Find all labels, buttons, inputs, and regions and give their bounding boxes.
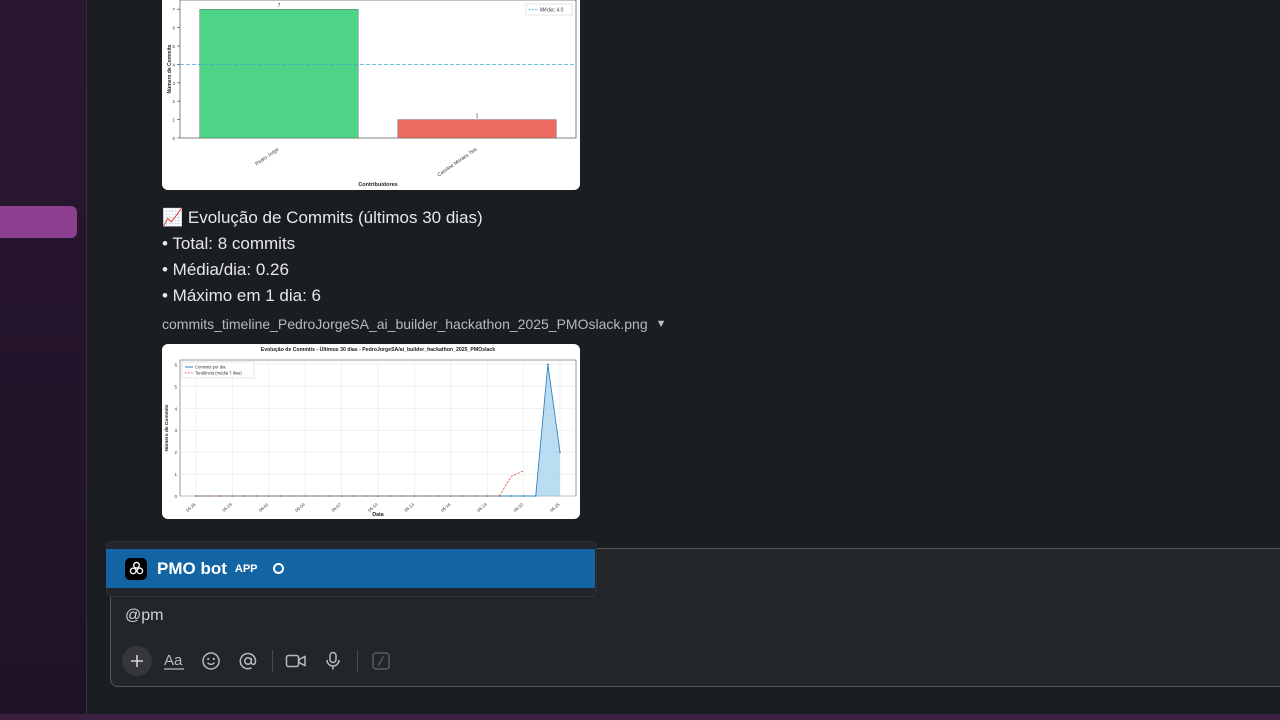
svg-text:Aa: Aa	[164, 652, 183, 669]
x-tick-label: 06-01	[258, 502, 270, 513]
toolbar-divider	[272, 650, 273, 672]
bot-name: PMO bot	[157, 558, 227, 578]
workspace-sidebar	[0, 0, 86, 720]
data-point	[559, 451, 561, 454]
y-tick-label: 2	[172, 99, 175, 104]
x-tick-label: 05-26	[185, 502, 197, 513]
y-tick-label: 3	[174, 428, 177, 433]
y-tick-label: 6	[172, 26, 175, 31]
y-tick-label: 1	[174, 472, 177, 477]
y-tick-label: 2	[174, 450, 177, 455]
x-axis-label: Data	[372, 512, 383, 518]
bar	[199, 9, 359, 139]
x-tick-label: 06-19	[476, 502, 488, 513]
composer-toolbar: Aa	[122, 646, 403, 676]
data-point	[534, 495, 537, 497]
formatting-icon[interactable]: Aa	[159, 646, 189, 676]
data-point	[510, 495, 513, 497]
y-tick-label: 4	[174, 406, 177, 411]
bar	[397, 119, 557, 139]
max-per-day: • Máximo em 1 dia: 6	[162, 286, 322, 305]
y-tick-label: 0	[174, 494, 177, 499]
bar-data-label: 1	[476, 114, 479, 120]
y-tick-label: 0	[172, 136, 175, 141]
app-badge: APP	[234, 562, 258, 575]
bot-avatar-icon	[125, 557, 147, 580]
total-commits: • Total: 8 commits	[162, 234, 296, 253]
y-axis-label: Número de Commits	[167, 44, 173, 93]
legend-label: Tendência (média 7 dias)	[195, 371, 242, 376]
slash-shortcut-icon[interactable]	[366, 646, 396, 676]
microphone-icon[interactable]	[318, 646, 348, 676]
file-name[interactable]: commits_timeline_PedroJorgeSA_ai_builder…	[162, 316, 648, 332]
emoji-icon[interactable]	[196, 646, 226, 676]
data-point	[546, 363, 549, 366]
x-tick-label: Caroline Moraes Tsis	[437, 146, 479, 178]
y-tick-label: 5	[174, 384, 177, 389]
legend-label: Média: 4.0	[540, 8, 564, 14]
bar-data-label: 7	[278, 3, 281, 9]
y-tick-label: 1	[172, 118, 175, 123]
y-axis-label: Número de Commits	[164, 404, 170, 451]
sidebar-active-item[interactable]	[0, 206, 77, 238]
plus-icon[interactable]	[122, 646, 152, 676]
x-tick-label: Pedro Jorge	[254, 147, 280, 168]
x-tick-label: 06-25	[549, 502, 561, 513]
y-tick-label: 7	[172, 7, 175, 12]
y-tick-label: 6	[174, 362, 177, 367]
legend-label: Commits por dia	[195, 365, 226, 370]
mention-icon[interactable]	[233, 646, 263, 676]
x-tick-label: 06-07	[331, 502, 343, 513]
data-point	[522, 495, 525, 497]
commits-timeline-chart: Evolução de Commits - Últimos 30 dias - …	[164, 346, 577, 518]
average-per-day: • Média/dia: 0.26	[162, 260, 289, 279]
caret-down-icon[interactable]: ▼	[656, 318, 667, 330]
x-tick-label: 05-29	[221, 502, 233, 513]
mention-option-pmo-bot[interactable]: PMO bot APP	[106, 549, 595, 588]
composer-input[interactable]: @pm	[125, 607, 163, 625]
x-tick-label: 06-04	[294, 502, 306, 513]
x-tick-label: 06-13	[403, 502, 415, 513]
contributors-chart-image[interactable]: 0 1 2 3 4 5 6 7 7 Pedro Jorge 1 Caroline Moraes Tsi…	[162, 0, 580, 190]
timeline-chart-image[interactable]: Evolução de Commits - Últimos 30 dias - …	[162, 344, 580, 519]
toolbar-divider	[357, 650, 358, 672]
sidebar-divider	[86, 0, 87, 720]
x-tick-label: 06-16	[440, 502, 452, 513]
file-attachment-header[interactable]: commits_timeline_PedroJorgeSA_ai_builder…	[162, 316, 667, 332]
status-indicator-icon	[272, 563, 284, 574]
chart-title: Evolução de Commits - Últimos 30 dias - …	[261, 346, 495, 353]
video-icon[interactable]	[281, 646, 311, 676]
contributors-bar-chart: 012345677Pedro Jorge1Caroline Moraes Tsi…	[167, 0, 577, 188]
x-tick-label: 06-22	[513, 502, 525, 513]
timeline-title: 📈 Evolução de Commits (últimos 30 dias)	[162, 208, 483, 227]
bottom-edge-bar	[0, 714, 1280, 720]
x-axis-label: Contribuidores	[358, 182, 397, 188]
